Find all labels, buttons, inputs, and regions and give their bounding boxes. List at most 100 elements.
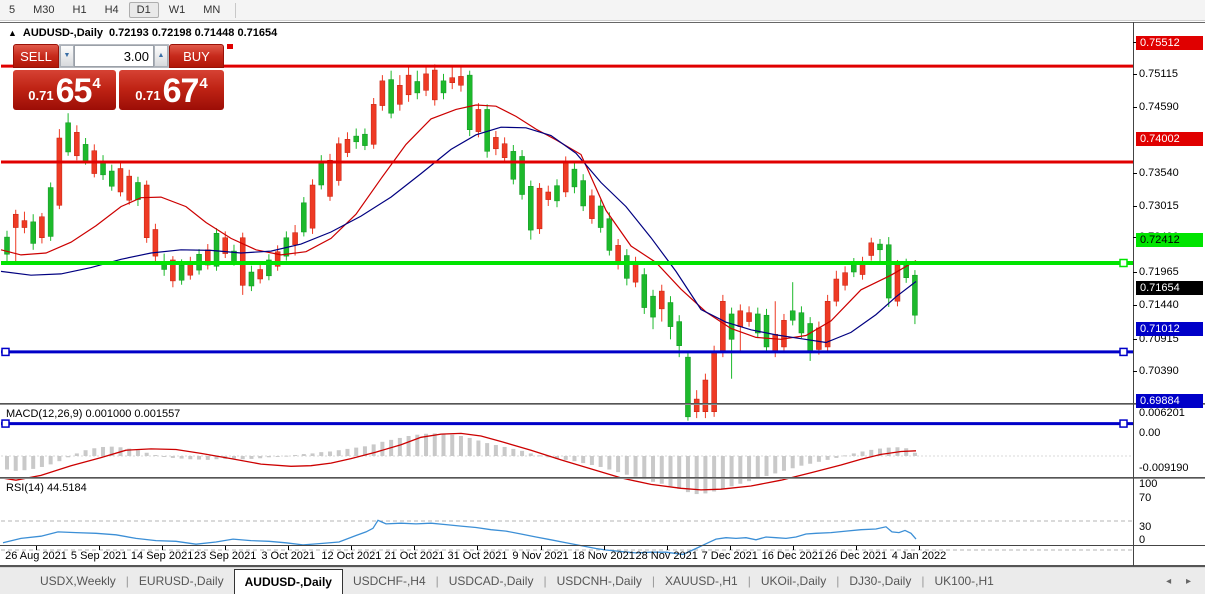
buy-price-point: 4 [199, 75, 207, 92]
macd-histogram-bar [171, 456, 175, 458]
chart-tab-dj30-daily[interactable]: DJ30-,Daily [839, 569, 921, 593]
macd-histogram-bar [57, 456, 61, 461]
buy-button[interactable]: BUY [169, 44, 224, 68]
candle-body [144, 185, 149, 238]
one-click-trading-panel: SELL ▼ 3.00 ▲ BUY 0.71 65 4 0.71 67 4 [13, 44, 224, 110]
date-tick-label: 12 Oct 2021 [321, 550, 381, 562]
price-level-tag: 0.71654 [1136, 281, 1203, 295]
macd-histogram-bar [459, 436, 463, 456]
line-drag-handle[interactable] [2, 348, 9, 355]
macd-pane-separator[interactable] [0, 403, 1205, 405]
macd-histogram-bar [634, 456, 638, 477]
macd-histogram-bar [485, 443, 489, 456]
date-tick-label: 9 Nov 2021 [512, 550, 568, 562]
candle-body [101, 162, 106, 175]
candle-body [424, 74, 429, 91]
macd-indicator-canvas[interactable] [1, 428, 1133, 500]
candle-body [668, 303, 673, 327]
candle-body [354, 136, 359, 142]
macd-histogram-bar [136, 450, 140, 456]
candle-body [546, 192, 551, 200]
price-level-tag: 0.75512 [1136, 36, 1203, 50]
chart-tab-usdcad-daily[interactable]: USDCAD-,Daily [439, 569, 544, 593]
buy-price-prefix: 0.71 [135, 88, 160, 103]
price-tick-mark [1133, 371, 1137, 372]
macd-histogram-bar [75, 453, 79, 456]
macd-histogram-bar [14, 456, 18, 471]
macd-histogram-bar [433, 433, 437, 456]
macd-histogram-bar [695, 456, 699, 494]
candle-body [31, 222, 36, 244]
price-tick-mark [1133, 272, 1137, 273]
candle-body [816, 328, 821, 350]
candle-body [319, 162, 324, 185]
timeframe-button-mn[interactable]: MN [195, 2, 228, 18]
macd-histogram-bar [782, 456, 786, 471]
candle-body [57, 138, 62, 205]
chart-tab-ukoil-daily[interactable]: UKOil-,Daily [751, 569, 836, 593]
timeframe-button-m30[interactable]: M30 [25, 2, 62, 18]
candle-body [720, 301, 725, 352]
chart-tab-usdcnh-daily[interactable]: USDCNH-,Daily [547, 569, 652, 593]
macd-histogram-bar [730, 456, 734, 486]
macd-histogram-bar [267, 456, 271, 457]
ohlc-values: 0.72193 0.72198 0.71448 0.71654 [109, 27, 277, 39]
macd-histogram-bar [861, 451, 865, 456]
candle-body [843, 273, 848, 286]
timeframe-button-d1[interactable]: D1 [129, 2, 159, 18]
chart-title: ▲ AUDUSD-,Daily 0.72193 0.72198 0.71448 … [8, 27, 277, 39]
volume-decrease-button[interactable]: ▼ [60, 45, 74, 67]
trading-platform-window: 5M30H1H4D1W1MN ▲ AUDUSD-,Daily 0.72193 0… [0, 0, 1205, 594]
timeframe-button-h1[interactable]: H1 [65, 2, 95, 18]
trade-panel-controls: SELL ▼ 3.00 ▲ BUY [13, 44, 224, 68]
line-drag-handle[interactable] [2, 420, 9, 427]
chart-tab-usdx-weekly[interactable]: USDX,Weekly [30, 569, 126, 593]
timeframe-button-5[interactable]: 5 [1, 2, 23, 18]
timeframe-toolbar: 5M30H1H4D1W1MN [0, 0, 1205, 21]
macd-histogram-bar [520, 451, 524, 456]
price-level-tag: 0.69884 [1136, 394, 1203, 408]
collapse-icon[interactable]: ▲ [8, 28, 17, 38]
macd-histogram-bar [852, 453, 856, 456]
date-tick-label: 26 Aug 2021 [5, 550, 67, 562]
rsi-pane-separator[interactable] [0, 477, 1205, 479]
macd-histogram-bar [249, 456, 253, 459]
buy-price-quote[interactable]: 0.71 67 4 [119, 70, 224, 110]
macd-axis-label: 0.006201 [1139, 407, 1203, 419]
chart-tab-audusd-daily[interactable]: AUDUSD-,Daily [234, 569, 343, 594]
volume-input[interactable]: 3.00 [74, 45, 154, 67]
macd-histogram-bar [913, 453, 917, 456]
sell-button[interactable]: SELL [13, 44, 59, 68]
chart-tab-uk100-h1[interactable]: UK100-,H1 [924, 569, 1003, 593]
candle-body [389, 80, 394, 114]
date-tick-label: 28 Nov 2021 [635, 550, 697, 562]
macd-histogram-bar [153, 455, 157, 456]
timeframe-button-w1[interactable]: W1 [161, 2, 194, 18]
macd-histogram-bar [834, 456, 838, 458]
macd-histogram-bar [756, 456, 760, 479]
chart-tab-eurusd-daily[interactable]: EURUSD-,Daily [129, 569, 234, 593]
tab-scroll-arrows[interactable]: ◂ ▸ [1166, 576, 1197, 587]
candle-body [554, 186, 559, 201]
volume-increase-button[interactable]: ▲ [154, 45, 168, 67]
candle-body [118, 168, 123, 192]
sell-price-quote[interactable]: 0.71 65 4 [13, 70, 116, 110]
line-drag-handle[interactable] [1120, 420, 1127, 427]
line-drag-handle[interactable] [1120, 348, 1127, 355]
price-tick-label: 0.75115 [1139, 68, 1203, 80]
chart-tab-usdchf-h4[interactable]: USDCHF-,H4 [343, 569, 436, 593]
macd-histogram-bar [372, 444, 376, 456]
macd-histogram-bar [590, 456, 594, 465]
macd-histogram-bar [345, 449, 349, 456]
line-drag-handle[interactable] [1120, 260, 1127, 267]
timeframe-button-h4[interactable]: H4 [97, 2, 127, 18]
chart-tab-xauusd-h1[interactable]: XAUUSD-,H1 [655, 569, 748, 593]
candle-body [781, 320, 786, 347]
price-tick-label: 0.71965 [1139, 266, 1203, 278]
sell-price-point: 4 [92, 75, 100, 92]
macd-axis-label: -0.009190 [1139, 462, 1203, 474]
price-tick-mark [1133, 339, 1137, 340]
candle-body [83, 144, 88, 161]
candle-body [301, 203, 306, 232]
date-tick-label: 14 Sep 2021 [131, 550, 193, 562]
